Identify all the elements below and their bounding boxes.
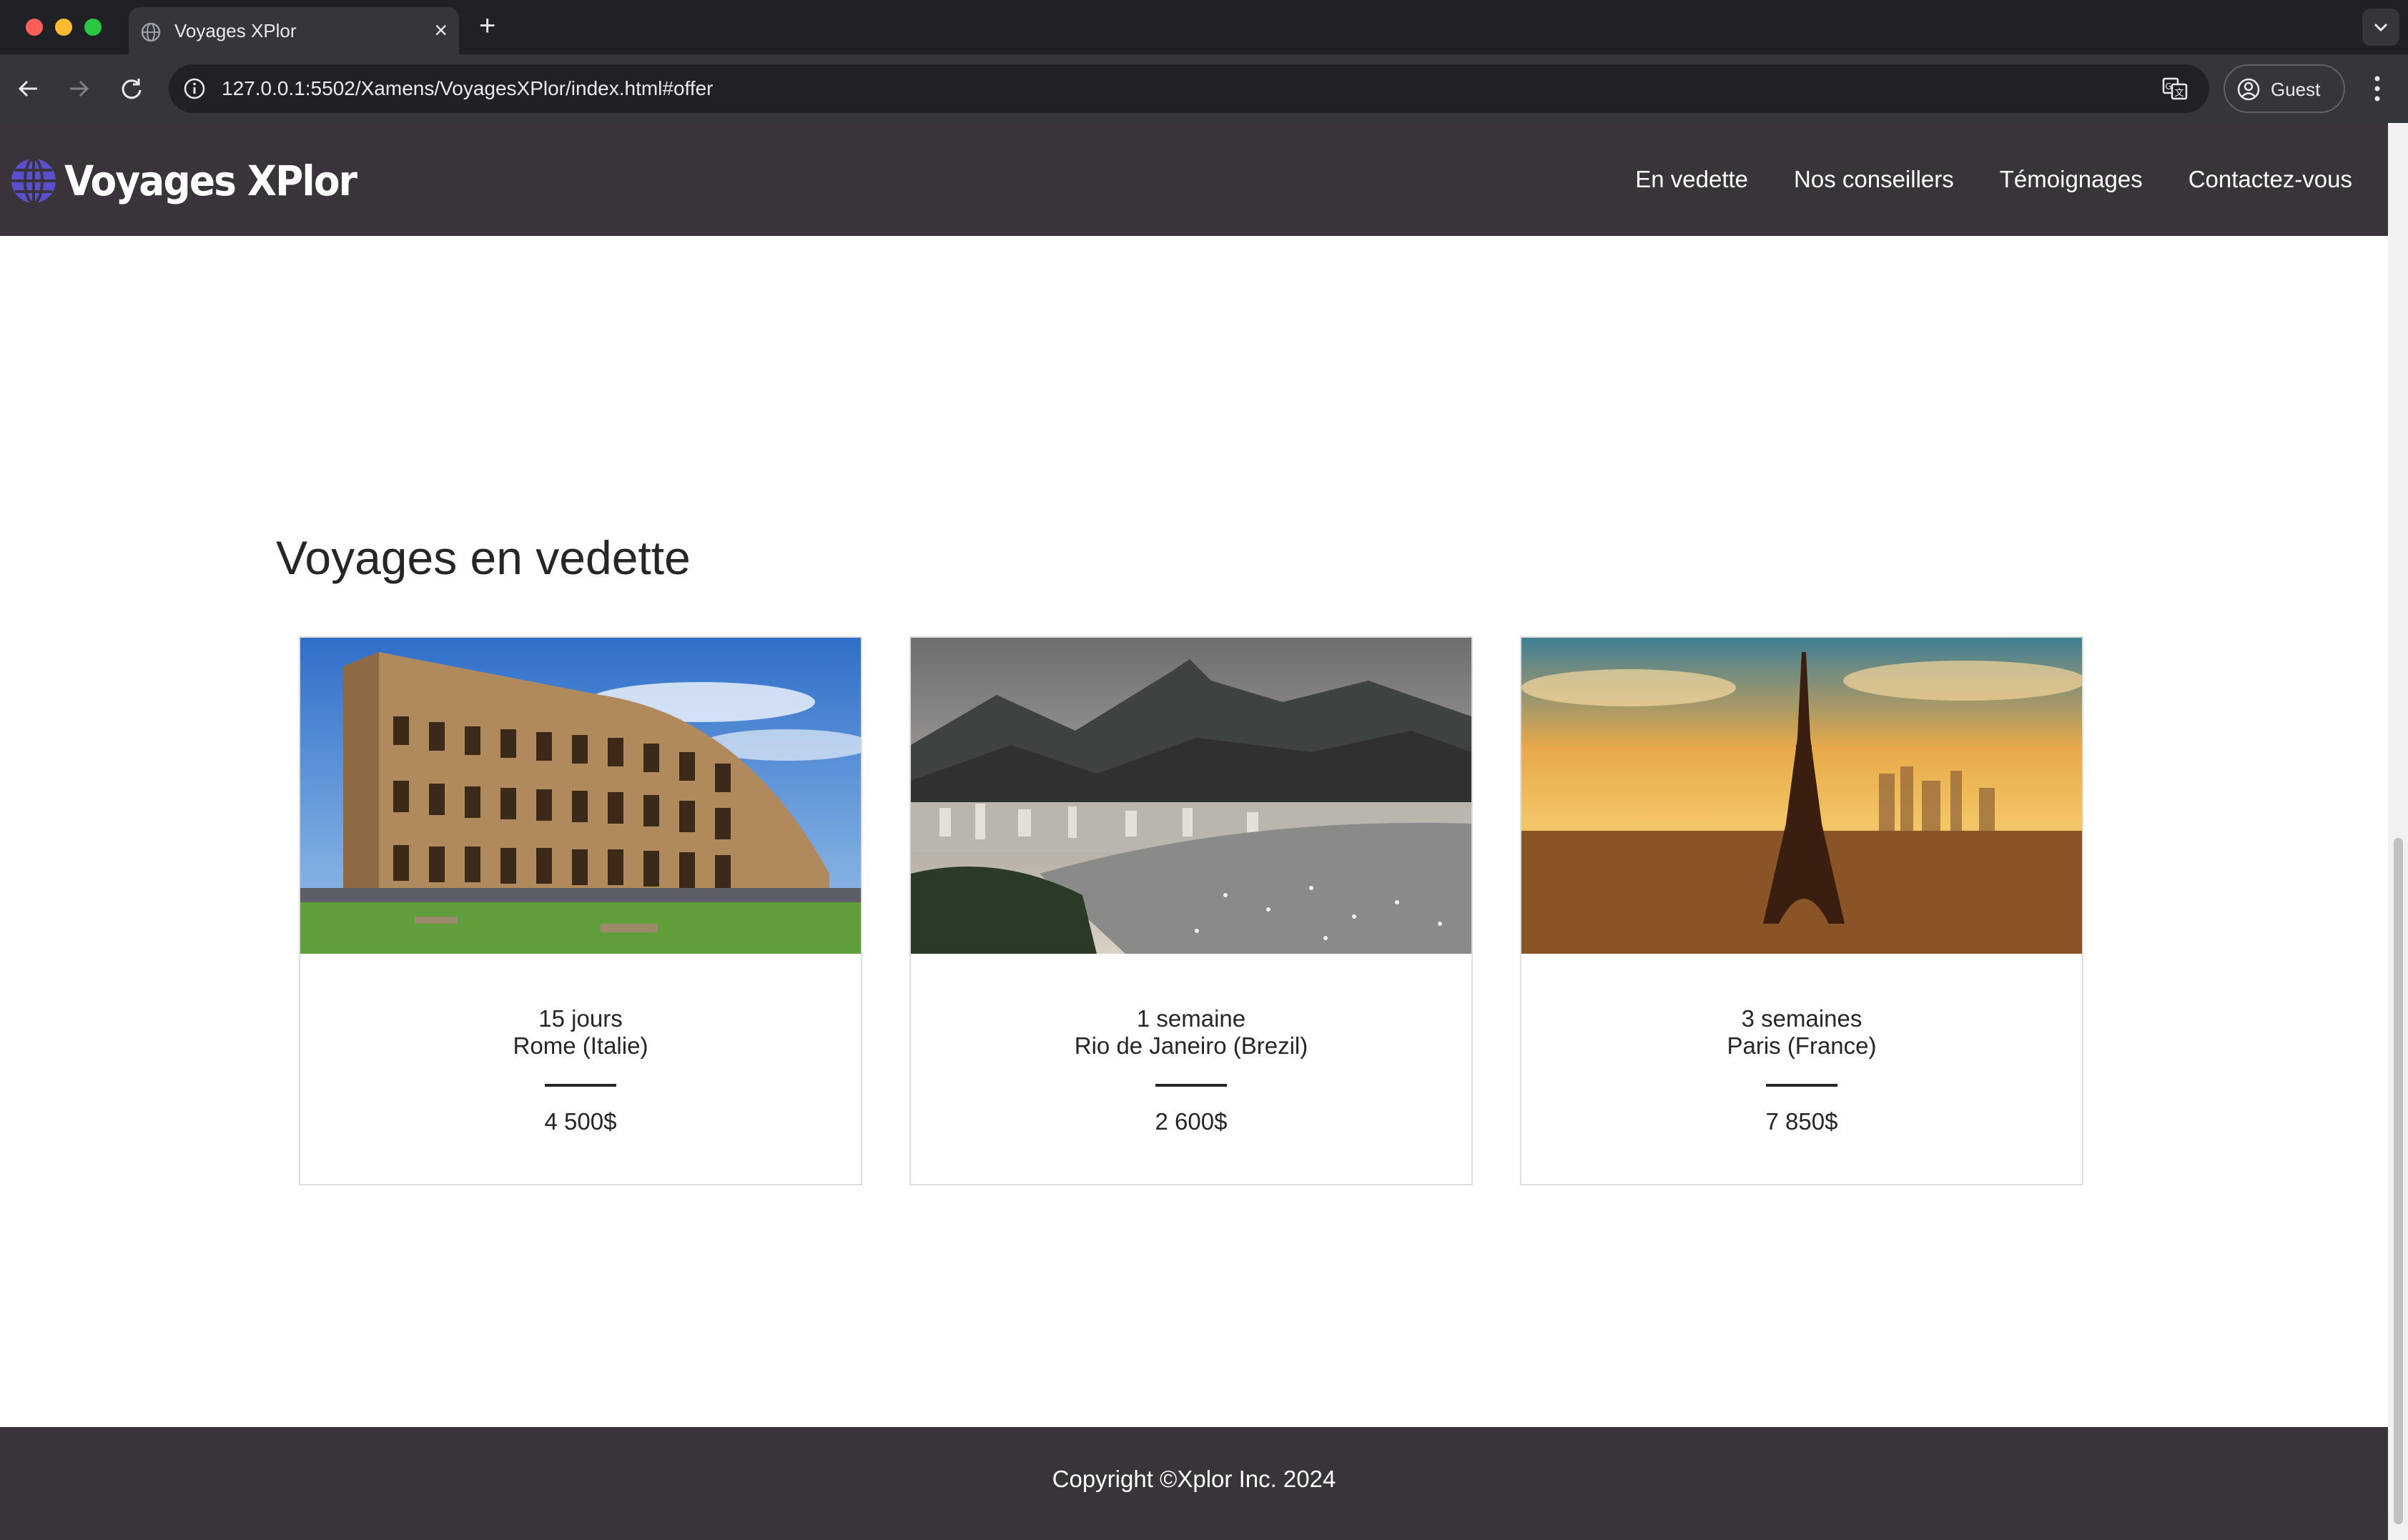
tab-title: Voyages XPlor (174, 20, 297, 41)
browser-tab-bar: Voyages XPlor × + (0, 0, 2408, 54)
close-window-button[interactable] (26, 19, 43, 36)
nav-link-en-vedette[interactable]: En vedette (1635, 166, 1748, 193)
nav-link-contactez-vous[interactable]: Contactez-vous (2189, 166, 2352, 193)
card-price: 7 850$ (1765, 1108, 1838, 1135)
offer-cards: 15 jours Rome (Italie) 4 500$ 1 semaine … (299, 636, 2083, 1185)
maximize-window-button[interactable] (84, 19, 102, 36)
back-button[interactable] (11, 71, 46, 106)
page-viewport: Voyages XPlor En vedette Nos conseillers… (0, 123, 2388, 1540)
card-city: Rome (Italie) (513, 1032, 648, 1059)
site-navbar: Voyages XPlor En vedette Nos conseillers… (0, 123, 2388, 236)
eiffel-tower-image (1521, 638, 2082, 954)
card-price: 2 600$ (1155, 1108, 1228, 1135)
brand-name: Voyages XPlor (64, 157, 357, 205)
account-icon (2237, 78, 2260, 101)
page-scrollbar[interactable] (2388, 123, 2408, 1540)
offer-card-rio[interactable]: 1 semaine Rio de Janeiro (Brezil) 2 600$ (909, 636, 1473, 1185)
more-menu-icon[interactable] (2367, 70, 2388, 107)
reload-icon (122, 79, 142, 99)
nav-link-temoignages[interactable]: Témoignages (2000, 166, 2143, 193)
svg-text:文: 文 (2174, 88, 2184, 99)
address-bar[interactable]: 127.0.0.1:5502/Xamens/VoyagesXPlor/index… (169, 64, 2209, 113)
colosseum-image (300, 638, 861, 954)
offer-card-paris[interactable]: 3 semaines Paris (France) 7 850$ (1520, 636, 2083, 1185)
card-divider (545, 1084, 616, 1087)
profile-button[interactable]: Guest (2224, 64, 2345, 113)
main-menu: En vedette Nos conseillers Témoignages C… (1589, 123, 2352, 236)
globe-icon (11, 157, 56, 204)
card-divider (1766, 1084, 1837, 1087)
new-tab-icon[interactable]: + (479, 10, 495, 41)
offer-card-rome[interactable]: 15 jours Rome (Italie) 4 500$ (299, 636, 862, 1185)
url-text[interactable]: 127.0.0.1:5502/Xamens/VoyagesXPlor/index… (222, 77, 714, 100)
card-duration: 1 semaine (1136, 1005, 1246, 1032)
reload-button[interactable] (114, 71, 149, 106)
globe-icon (141, 22, 161, 42)
rio-bay-image (911, 638, 1471, 954)
translate-icon[interactable]: 文 G (2161, 74, 2189, 103)
forward-button[interactable] (61, 71, 96, 106)
brand-link[interactable]: Voyages XPlor (10, 156, 382, 206)
chevron-down-icon (2374, 23, 2388, 32)
arrow-right-icon (70, 80, 89, 97)
info-icon[interactable] (182, 76, 207, 102)
tab-search-button[interactable] (2362, 9, 2399, 46)
browser-toolbar: 127.0.0.1:5502/Xamens/VoyagesXPlor/index… (0, 54, 2408, 123)
browser-tab[interactable]: Voyages XPlor × (129, 7, 459, 54)
close-tab-icon[interactable]: × (434, 19, 448, 41)
card-divider (1155, 1084, 1227, 1087)
card-city: Paris (France) (1727, 1032, 1877, 1059)
profile-label: Guest (2271, 79, 2321, 100)
card-city: Rio de Janeiro (Brezil) (1074, 1032, 1308, 1059)
nav-link-nos-conseillers[interactable]: Nos conseillers (1794, 166, 1954, 193)
svg-text:G: G (2165, 82, 2171, 92)
copyright-text: Copyright ©Xplor Inc. 2024 (1052, 1466, 1336, 1492)
card-price: 4 500$ (544, 1108, 617, 1135)
minimize-window-button[interactable] (55, 19, 72, 36)
section-title: Voyages en vedette (276, 531, 691, 584)
arrow-left-icon (18, 80, 37, 97)
site-footer: Copyright ©Xplor Inc. 2024 (0, 1427, 2388, 1540)
card-duration: 3 semaines (1741, 1005, 1862, 1032)
scrollbar-thumb[interactable] (2394, 838, 2403, 1524)
card-duration: 15 jours (538, 1005, 623, 1032)
